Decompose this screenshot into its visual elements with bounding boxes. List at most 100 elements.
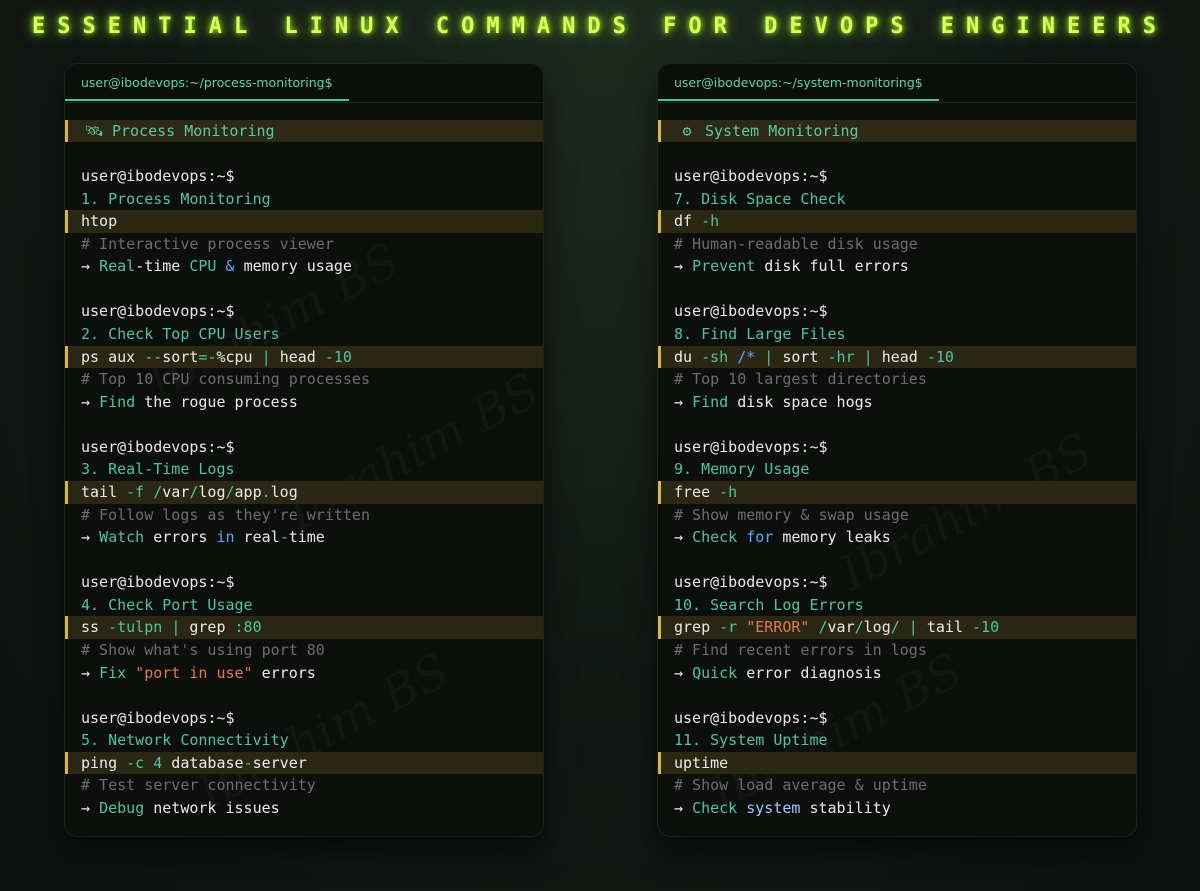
note-token: Fix	[99, 663, 127, 682]
note-token: system	[737, 798, 801, 817]
note-token: disk space hogs	[728, 392, 873, 411]
command-line[interactable]: ss -tulpn | grep :80	[65, 616, 543, 639]
terminal-tab[interactable]: user@ibodevops:~/process-monitoring$	[65, 64, 349, 101]
command-token: app	[234, 482, 262, 501]
note-token: Debug	[99, 798, 145, 817]
command-token: "ERROR"	[746, 618, 810, 637]
step-title: 9. Memory Usage	[674, 460, 810, 479]
command-note: → Watch errors in real-time	[65, 526, 543, 549]
note-token: →	[674, 257, 693, 276]
step-title: 2. Check Top CPU Users	[81, 324, 280, 343]
command-entry: user@ibodevops:~$ 5. Network Connectivity…	[65, 707, 543, 820]
command-token: -10	[972, 618, 1000, 637]
section-header: ⚙ System Monitoring	[658, 120, 1136, 142]
note-token: Real	[99, 257, 136, 276]
note-token: →	[674, 392, 693, 411]
command-token: sort	[162, 347, 199, 366]
command-note: → Fix "port in use" errors	[65, 662, 543, 685]
note-token: Prevent	[692, 257, 756, 276]
command-token: var	[827, 618, 855, 637]
section-header: 🛰 Process Monitoring	[65, 120, 543, 142]
command-token: -hr	[827, 347, 864, 366]
step-title: 4. Check Port Usage	[81, 595, 253, 614]
shell-prompt: user@ibodevops:~$	[81, 437, 235, 456]
shell-prompt: user@ibodevops:~$	[674, 573, 828, 592]
command-line[interactable]: grep -r "ERROR" /var/log/ | tail -10	[658, 616, 1136, 639]
command-comment: # Top 10 CPU consuming processes	[81, 370, 370, 389]
command-line[interactable]: uptime	[658, 751, 1136, 775]
command-token: |	[261, 347, 280, 366]
terminal-panel-system: Ibrahim BS Ibrahim BS user@ibodevops:~/s…	[658, 64, 1136, 836]
command-line[interactable]: ping -c 4 database-server	[65, 751, 543, 775]
command-line[interactable]: du -sh /* | sort -hr | head -10	[658, 345, 1136, 369]
note-token: Check	[692, 798, 738, 817]
terminal-tabbar: user@ibodevops:~/process-monitoring$	[65, 64, 543, 103]
command-line[interactable]: df -h	[658, 210, 1136, 233]
note-token: &	[216, 257, 244, 276]
command-token: log	[270, 482, 298, 501]
note-token: time	[288, 528, 325, 547]
command-token: /	[890, 618, 900, 637]
command-token: sort	[782, 347, 828, 366]
terminal-panel-process: Ibrahim BS Ibrahim BS Ibrahim BS user@ib…	[65, 64, 543, 836]
command-entry: user@ibodevops:~$ 7. Disk Space Check df -…	[658, 165, 1136, 278]
command-comment: # Top 10 largest directories	[674, 370, 927, 389]
note-token: memory leaks	[773, 528, 891, 547]
gear-icon: ⚙	[682, 122, 692, 140]
step-title: 7. Disk Space Check	[674, 189, 846, 208]
command-token: htop	[81, 212, 118, 231]
command-token: database	[162, 753, 244, 772]
shell-prompt: user@ibodevops:~$	[81, 708, 235, 727]
step-title: 8. Find Large Files	[674, 324, 846, 343]
command-line[interactable]: htop	[65, 210, 543, 233]
note-token: →	[674, 798, 693, 817]
command-note: → Debug network issues	[65, 797, 543, 820]
note-token: CPU	[189, 257, 217, 276]
command-token: /	[809, 618, 828, 637]
note-token: →	[674, 528, 693, 547]
command-note: → Find the rogue process	[65, 391, 543, 414]
command-token: server	[252, 753, 307, 772]
command-line[interactable]: free -h	[658, 480, 1136, 504]
command-token: head	[279, 347, 325, 366]
command-note: → Check for memory leaks	[658, 526, 1136, 549]
command-token: ping	[81, 753, 127, 772]
note-token: -	[279, 528, 289, 547]
step-title: 10. Search Log Errors	[674, 595, 864, 614]
command-token: :80	[234, 618, 262, 637]
note-token: Find	[692, 392, 729, 411]
command-token: /*	[737, 347, 756, 366]
command-token: |	[755, 347, 783, 366]
note-token: "port in use"	[126, 663, 253, 682]
command-line[interactable]: ps aux --sort=-%cpu | head -10	[65, 345, 543, 369]
command-token: -h	[701, 212, 720, 231]
note-token: -	[135, 257, 145, 276]
command-note: → Quick error diagnosis	[658, 662, 1136, 685]
terminal-tab[interactable]: user@ibodevops:~/system-monitoring$	[658, 64, 939, 101]
note-token: Quick	[692, 663, 738, 682]
shell-prompt: user@ibodevops:~$	[674, 708, 828, 727]
note-token: Check	[692, 528, 738, 547]
command-line[interactable]: tail -f /var/log/app.log	[65, 480, 543, 504]
command-token: /	[854, 618, 864, 637]
command-comment: # Interactive process viewer	[81, 234, 334, 253]
note-token: Watch	[99, 528, 145, 547]
command-token: -10	[324, 347, 352, 366]
note-token: in	[216, 528, 235, 547]
page-title: ESSENTIAL LINUX COMMANDS FOR DEVOPS ENGI…	[31, 14, 1169, 39]
note-token: errors	[252, 663, 316, 682]
command-token: grep	[189, 618, 235, 637]
command-token: -h	[719, 482, 738, 501]
command-token: |	[863, 347, 882, 366]
command-note: → Prevent disk full errors	[658, 255, 1136, 278]
note-token: real	[234, 528, 280, 547]
terminal-tabbar: user@ibodevops:~/system-monitoring$	[658, 64, 1136, 103]
command-token: --	[144, 347, 163, 366]
note-token: →	[81, 257, 100, 276]
command-token: -f	[126, 482, 154, 501]
command-token: ps aux	[81, 347, 145, 366]
command-token: uptime	[674, 753, 729, 772]
step-title: 11. System Uptime	[674, 731, 828, 750]
command-token: head	[881, 347, 927, 366]
command-comment: # Human-readable disk usage	[674, 234, 918, 253]
